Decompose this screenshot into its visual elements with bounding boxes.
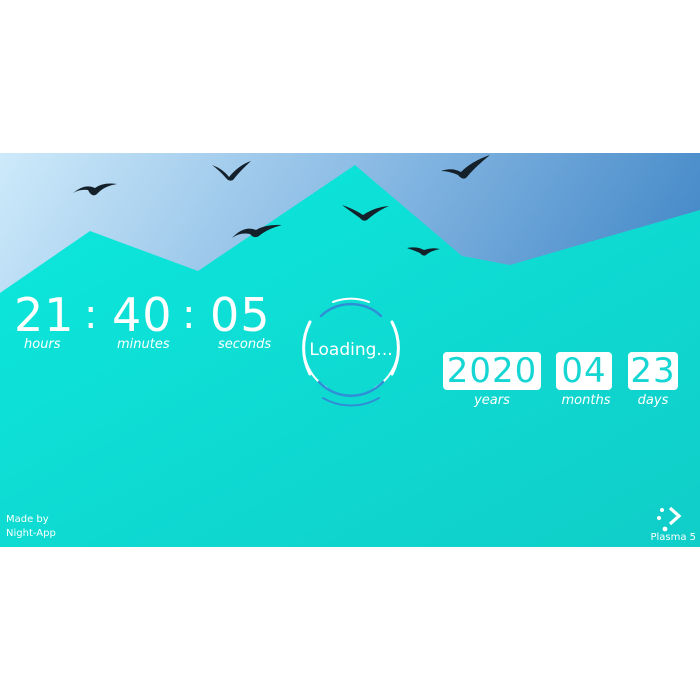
clock-separator: : [182, 292, 196, 338]
plasma-brand: Plasma 5 [636, 505, 696, 545]
month-box: 04 [556, 352, 612, 390]
loading-indicator: Loading... [283, 288, 419, 412]
clock-minutes: 40 [112, 288, 173, 342]
loading-text: Loading... [309, 340, 393, 360]
months-label: months [561, 393, 611, 408]
years-label: years [474, 393, 510, 408]
year-box: 2020 [443, 352, 541, 390]
day-box: 23 [628, 352, 678, 390]
time-display: 21 : 40 : 05 hours minutes seconds [0, 289, 280, 359]
lock-screen: 21 : 40 : 05 hours minutes seconds Loadi… [0, 153, 700, 547]
credit-line-2: Night-App [6, 528, 56, 539]
author-credit: Made by Night-App [6, 513, 56, 541]
hours-label: hours [24, 337, 61, 352]
days-label: days [637, 393, 669, 408]
seconds-label: seconds [218, 337, 272, 352]
credit-line-1: Made by [6, 514, 49, 525]
clock-seconds: 05 [210, 288, 271, 342]
minutes-label: minutes [117, 337, 170, 352]
plasma-label: Plasma 5 [650, 532, 696, 543]
clock-hours: 21 [14, 288, 75, 342]
clock-separator: : [84, 292, 98, 338]
